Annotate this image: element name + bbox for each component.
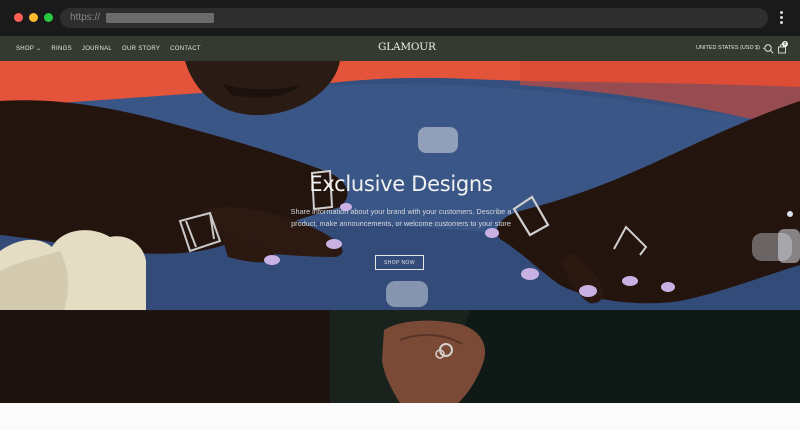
- hero-banner: Exclusive Designs Share information abou…: [0, 61, 800, 310]
- hero-title: Exclusive Designs: [309, 172, 493, 196]
- nav-shop[interactable]: SHOP ⌄: [16, 45, 41, 52]
- slide-indicator-dot[interactable]: [787, 211, 793, 217]
- browser-menu-icon[interactable]: [778, 11, 784, 27]
- nav-our-story[interactable]: OUR STORY: [122, 46, 160, 52]
- nav-rings[interactable]: RINGS: [51, 46, 72, 52]
- shop-now-button[interactable]: SHOP NOW: [375, 255, 424, 270]
- page-content-area: [0, 403, 800, 430]
- address-bar[interactable]: https://: [60, 8, 768, 28]
- main-nav: SHOP ⌄ RINGS JOURNAL OUR STORY CONTACT: [16, 36, 201, 61]
- maximize-window-dot[interactable]: [44, 13, 53, 22]
- close-window-dot[interactable]: [14, 13, 23, 22]
- site-header: SHOP ⌄ RINGS JOURNAL OUR STORY CONTACT G…: [0, 36, 800, 61]
- featured-image-section: [0, 310, 800, 403]
- ring-photo: [0, 310, 800, 403]
- nav-contact[interactable]: CONTACT: [170, 46, 201, 52]
- hero-description: Share information about your brand with …: [290, 207, 512, 228]
- cart-count-badge: 0: [782, 41, 788, 47]
- currency-selector[interactable]: UNITED STATES (USD $) ⌄: [696, 45, 766, 51]
- minimize-window-dot[interactable]: [29, 13, 38, 22]
- site-logo[interactable]: GLAMOUR: [378, 41, 436, 53]
- url-prefix: https://: [70, 12, 101, 23]
- nav-journal[interactable]: JOURNAL: [82, 46, 112, 52]
- search-icon[interactable]: [763, 43, 775, 55]
- url-redacted: [106, 13, 214, 23]
- browser-toolbar: https://: [0, 0, 800, 36]
